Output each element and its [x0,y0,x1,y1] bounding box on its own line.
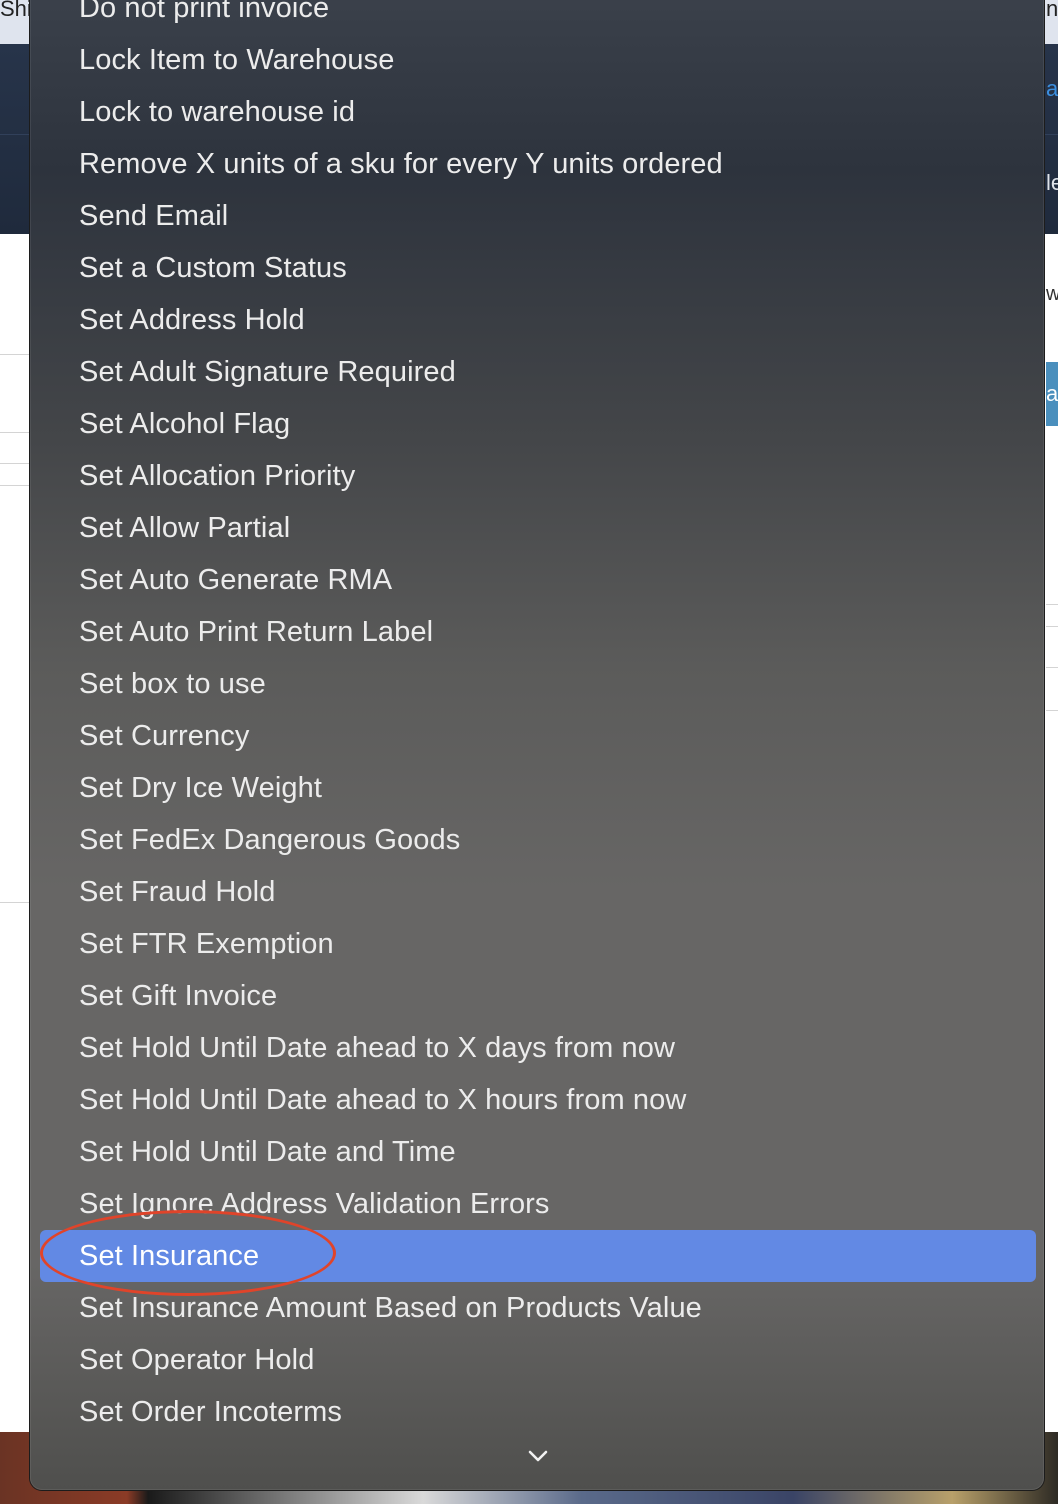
dropdown-option[interactable]: Set Ignore Address Validation Errors [40,1178,1036,1230]
divider-line [1046,604,1058,605]
dropdown-options-list: Do not print invoice Lock Item to Warehou… [40,0,1036,1438]
action-select-dropdown[interactable]: Do not print invoice Lock Item to Warehou… [30,0,1044,1490]
nav-text-fragment: le [1046,170,1058,195]
nav-link-fragment[interactable]: a [1046,76,1058,102]
dropdown-option[interactable]: Send Email [40,190,1036,242]
divider-line [1046,710,1058,711]
dropdown-option[interactable]: Set Adult Signature Required [40,346,1036,398]
dropdown-option[interactable]: Set Fraud Hold [40,866,1036,918]
dropdown-option[interactable]: Set Operator Hold [40,1334,1036,1386]
background-action-button[interactable]: a [1046,362,1058,426]
dropdown-option[interactable]: Set Dry Ice Weight [40,762,1036,814]
divider-line [0,463,30,464]
dropdown-option[interactable]: Set Gift Invoice [40,970,1036,1022]
dropdown-option[interactable]: Set FedEx Dangerous Goods [40,814,1036,866]
dropdown-option[interactable]: Set Hold Until Date ahead to X hours fro… [40,1074,1036,1126]
dropdown-option[interactable]: Set Insurance Amount Based on Products V… [40,1282,1036,1334]
dropdown-option[interactable]: Remove X units of a sku for every Y unit… [40,138,1036,190]
dropdown-option[interactable]: Set Allow Partial [40,502,1036,554]
divider-line [0,354,30,355]
dropdown-option[interactable]: Set Hold Until Date ahead to X days from… [40,1022,1036,1074]
dropdown-option[interactable]: Set Alcohol Flag [40,398,1036,450]
top-bar-text-right: n [1046,0,1058,21]
dropdown-option[interactable]: Set Currency [40,710,1036,762]
dropdown-option[interactable]: Set Hold Until Date and Time [40,1126,1036,1178]
dropdown-option[interactable]: Set FTR Exemption [40,918,1036,970]
dropdown-option-selected[interactable]: Set Insurance [40,1230,1036,1282]
dropdown-option[interactable]: Lock Item to Warehouse [40,34,1036,86]
divider-line [0,485,30,486]
dropdown-option[interactable]: Set Allocation Priority [40,450,1036,502]
dropdown-option[interactable]: Set Auto Print Return Label [40,606,1036,658]
dropdown-option[interactable]: Lock to warehouse id [40,86,1036,138]
content-text-fragment: w [1046,283,1058,305]
dropdown-option[interactable]: Set Order Incoterms [40,1386,1036,1438]
divider-line [0,902,30,903]
dropdown-option[interactable]: Set box to use [40,658,1036,710]
dropdown-option[interactable]: Do not print invoice [40,0,1036,34]
divider-line [0,432,30,433]
dropdown-option[interactable]: Set Address Hold [40,294,1036,346]
dropdown-option[interactable]: Set Auto Generate RMA [40,554,1036,606]
dropdown-option[interactable]: Set a Custom Status [40,242,1036,294]
divider-line [1046,626,1058,627]
top-bar-text-left: Shi [0,0,32,21]
divider-line [1046,667,1058,668]
chevron-down-icon[interactable] [526,1448,550,1464]
